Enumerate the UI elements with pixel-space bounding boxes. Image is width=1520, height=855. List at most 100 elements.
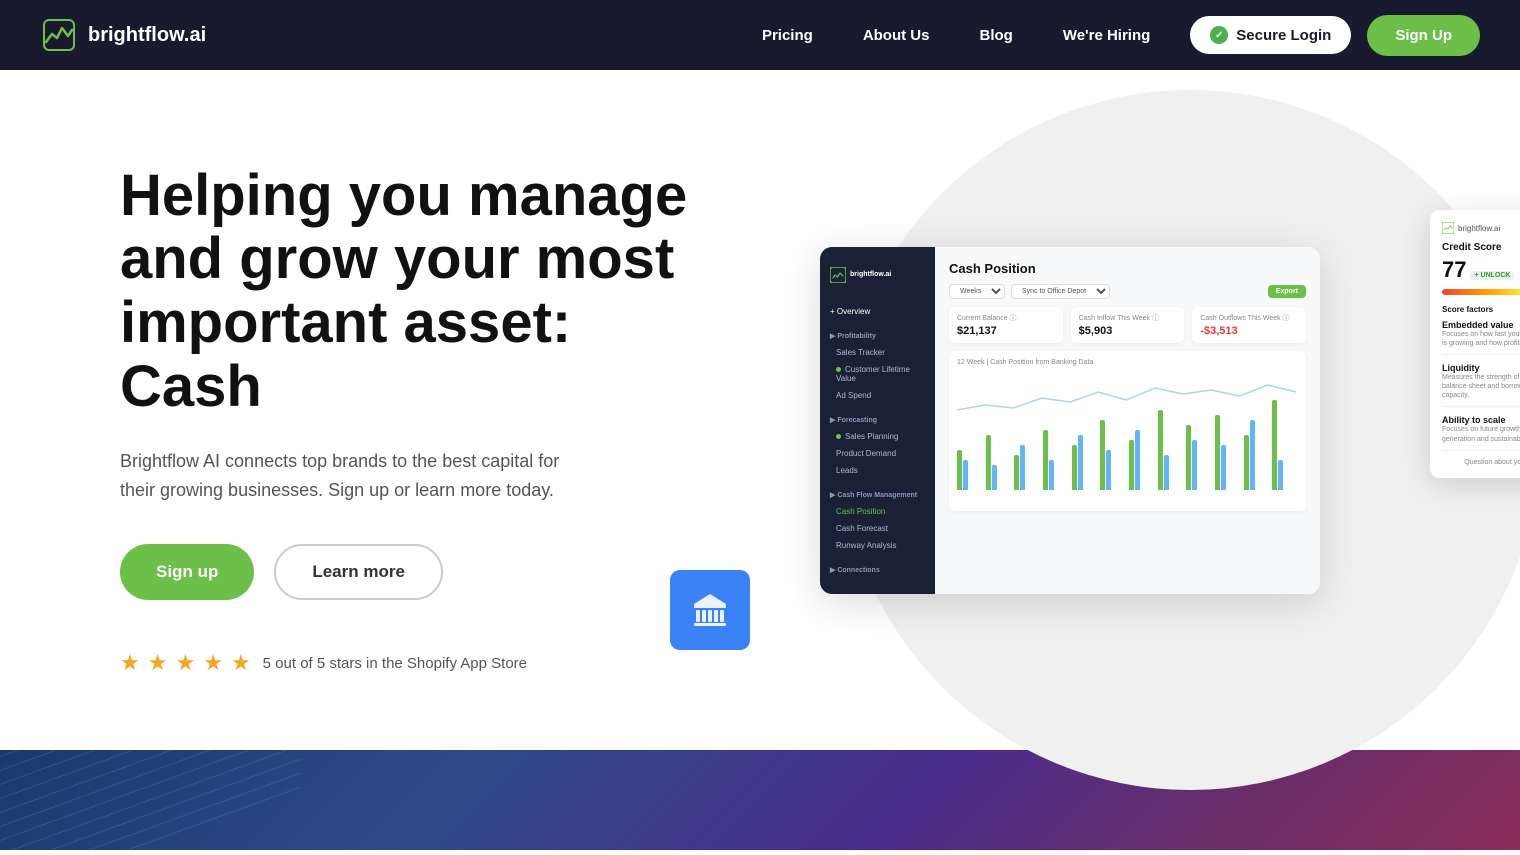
hero-signup-button[interactable]: Sign up: [120, 544, 254, 600]
sidebar-forecasting-section: ▶ Forecasting Sales Planning Product Dem…: [820, 408, 935, 483]
bar-blue-6: [1135, 430, 1140, 490]
logo[interactable]: brightflow.ai: [40, 16, 206, 54]
sidebar-item-runway[interactable]: Runway Analysis: [820, 537, 935, 554]
stat-cash-outflow: Cash Outflows This Week ⓘ -$3,513: [1192, 307, 1306, 343]
dashboard-sidebar: brightflow.ai + Overview ▶ Profitability…: [820, 247, 935, 594]
line-chart-svg: [957, 370, 1298, 420]
star-2: ★: [148, 650, 168, 676]
sidebar-connections-section: ▶ Connections: [820, 558, 935, 582]
bar-green-8: [1186, 425, 1191, 490]
nav-hiring[interactable]: We're Hiring: [1063, 27, 1150, 44]
sidebar-item-sales-tracker[interactable]: Sales Tracker: [820, 344, 935, 361]
bank-icon: [688, 588, 732, 632]
dashboard-content: Cash Position Weeks Sync to Office Depot…: [935, 247, 1320, 594]
stat-value-inflow: $5,903: [1079, 325, 1177, 337]
stat-row: Current Balance ⓘ $21,137 Cash Inflow Th…: [949, 307, 1306, 343]
stars-label: 5 out of 5 stars in the Shopify App Stor…: [263, 655, 527, 672]
bar-green-0: [957, 450, 962, 490]
dashboard-card: brightflow.ai + Overview ▶ Profitability…: [820, 247, 1320, 594]
sidebar-item-connections[interactable]: ▶ Connections: [820, 562, 935, 578]
bar-blue-11: [1278, 460, 1283, 490]
factor-liquidity: Liquidity Measures the strength of your …: [1442, 363, 1520, 407]
bar-green-2: [1014, 455, 1019, 490]
factor-embedded-name: Embedded value: [1442, 320, 1520, 330]
bar-green-5: [1100, 420, 1105, 490]
hero-left: Helping you manage and grow your most im…: [120, 164, 700, 677]
hero-learn-more-button[interactable]: Learn more: [274, 544, 443, 600]
sidebar-item-cash-forecast[interactable]: Cash Forecast: [820, 520, 935, 537]
star-1: ★: [120, 650, 140, 676]
bar-group-5: [1100, 420, 1126, 490]
sidebar-logo: brightflow.ai: [820, 259, 935, 299]
factor-liquidity-desc: Measures the strength of your balance sh…: [1442, 373, 1520, 400]
sidebar-item-cashflow[interactable]: ▶ Cash Flow Management: [820, 487, 935, 503]
dashboard-title: Cash Position: [949, 261, 1306, 276]
bar-green-6: [1129, 440, 1134, 490]
credit-contact-text: Question about your score?: [1464, 459, 1520, 466]
stat-label-balance: Current Balance ⓘ: [957, 313, 1055, 323]
credit-contact: Question about your score? Contact us: [1442, 459, 1520, 466]
bank-icon-card: [670, 570, 750, 650]
diag-line-11: [0, 750, 300, 850]
stat-current-balance: Current Balance ⓘ $21,137: [949, 307, 1063, 343]
bar-blue-10: [1250, 420, 1255, 490]
bar-blue-0: [963, 460, 968, 490]
bar-group-6: [1129, 430, 1155, 490]
nav-signup-button[interactable]: Sign Up: [1367, 15, 1480, 56]
hero-title: Helping you manage and grow your most im…: [120, 164, 700, 419]
factor-scale-info: Ability to scale Focuses on future growt…: [1442, 415, 1520, 443]
factor-liquidity-info: Liquidity Measures the strength of your …: [1442, 363, 1520, 400]
credit-score-badge: + UNLOCK: [1470, 271, 1514, 280]
bar-green-7: [1158, 410, 1163, 490]
stat-label-inflow: Cash Inflow This Week ⓘ: [1079, 313, 1177, 323]
period-select[interactable]: Weeks: [949, 284, 1005, 299]
credit-logo-text: brightflow.ai: [1458, 224, 1500, 233]
sidebar-cashflow-section: ▶ Cash Flow Management Cash Position Cas…: [820, 483, 935, 558]
sidebar-profitability-section: ▶ Profitability Sales Tracker Customer L…: [820, 324, 935, 408]
factors-title: Score factors: [1442, 305, 1520, 314]
credit-card-header: brightflow.ai: [1442, 222, 1520, 234]
hero-buttons: Sign up Learn more: [120, 544, 700, 600]
sidebar-item-product-demand[interactable]: Product Demand: [820, 445, 935, 462]
sidebar-item-clv[interactable]: Customer Lifetime Value: [820, 361, 935, 387]
bar-green-10: [1244, 435, 1249, 490]
secure-login-button[interactable]: ✓ Secure Login: [1190, 16, 1351, 54]
bar-group-7: [1158, 410, 1184, 490]
hero-subtitle: Brightflow AI connects top brands to the…: [120, 447, 560, 505]
nav-about-us[interactable]: About Us: [863, 27, 930, 44]
factor-scale-desc: Focuses on future growth, cash generatio…: [1442, 425, 1520, 443]
stat-value-balance: $21,137: [957, 325, 1055, 337]
sidebar-item-overview[interactable]: + Overview: [820, 303, 935, 320]
credit-score-title: Credit Score: [1442, 242, 1520, 253]
bar-group-1: [986, 435, 1012, 490]
nav-pricing[interactable]: Pricing: [762, 27, 813, 44]
factor-embedded-info: Embedded value Focuses on how fast your …: [1442, 320, 1520, 348]
hero-right: brightflow.ai + Overview ▶ Profitability…: [700, 170, 1440, 670]
stat-cash-inflow: Cash Inflow This Week ⓘ $5,903: [1071, 307, 1185, 343]
nav-blog[interactable]: Blog: [979, 27, 1012, 44]
bar-group-10: [1244, 420, 1270, 490]
logo-text: brightflow.ai: [88, 24, 206, 47]
bar-blue-3: [1049, 460, 1054, 490]
bar-blue-8: [1192, 440, 1197, 490]
export-button[interactable]: Export: [1268, 285, 1306, 298]
bar-group-3: [1043, 430, 1069, 490]
credit-bar-track: [1442, 289, 1520, 295]
bar-blue-5: [1106, 450, 1111, 490]
bar-blue-1: [992, 465, 997, 490]
chart-label: 12 Week | Cash Position from Banking Dat…: [957, 359, 1298, 366]
sidebar-item-sales-planning[interactable]: Sales Planning: [820, 428, 935, 445]
bar-blue-2: [1020, 445, 1025, 490]
sidebar-item-ad-spend[interactable]: Ad Spend: [820, 387, 935, 404]
sidebar-item-cash-position[interactable]: Cash Position: [820, 503, 935, 520]
chart-area: 12 Week | Cash Position from Banking Dat…: [949, 351, 1306, 511]
sidebar-item-forecasting[interactable]: ▶ Forecasting: [820, 412, 935, 428]
shield-icon: ✓: [1210, 26, 1228, 44]
sidebar-item-leads[interactable]: Leads: [820, 462, 935, 479]
datasource-select[interactable]: Sync to Office Depot: [1011, 284, 1110, 299]
credit-score-card: brightflow.ai Credit Score 77 + UNLOCK S…: [1430, 210, 1520, 478]
sidebar-item-profitability[interactable]: ▶ Profitability: [820, 328, 935, 344]
bottom-section: [0, 750, 1520, 850]
secure-login-label: Secure Login: [1236, 27, 1331, 44]
bar-group-9: [1215, 415, 1241, 490]
